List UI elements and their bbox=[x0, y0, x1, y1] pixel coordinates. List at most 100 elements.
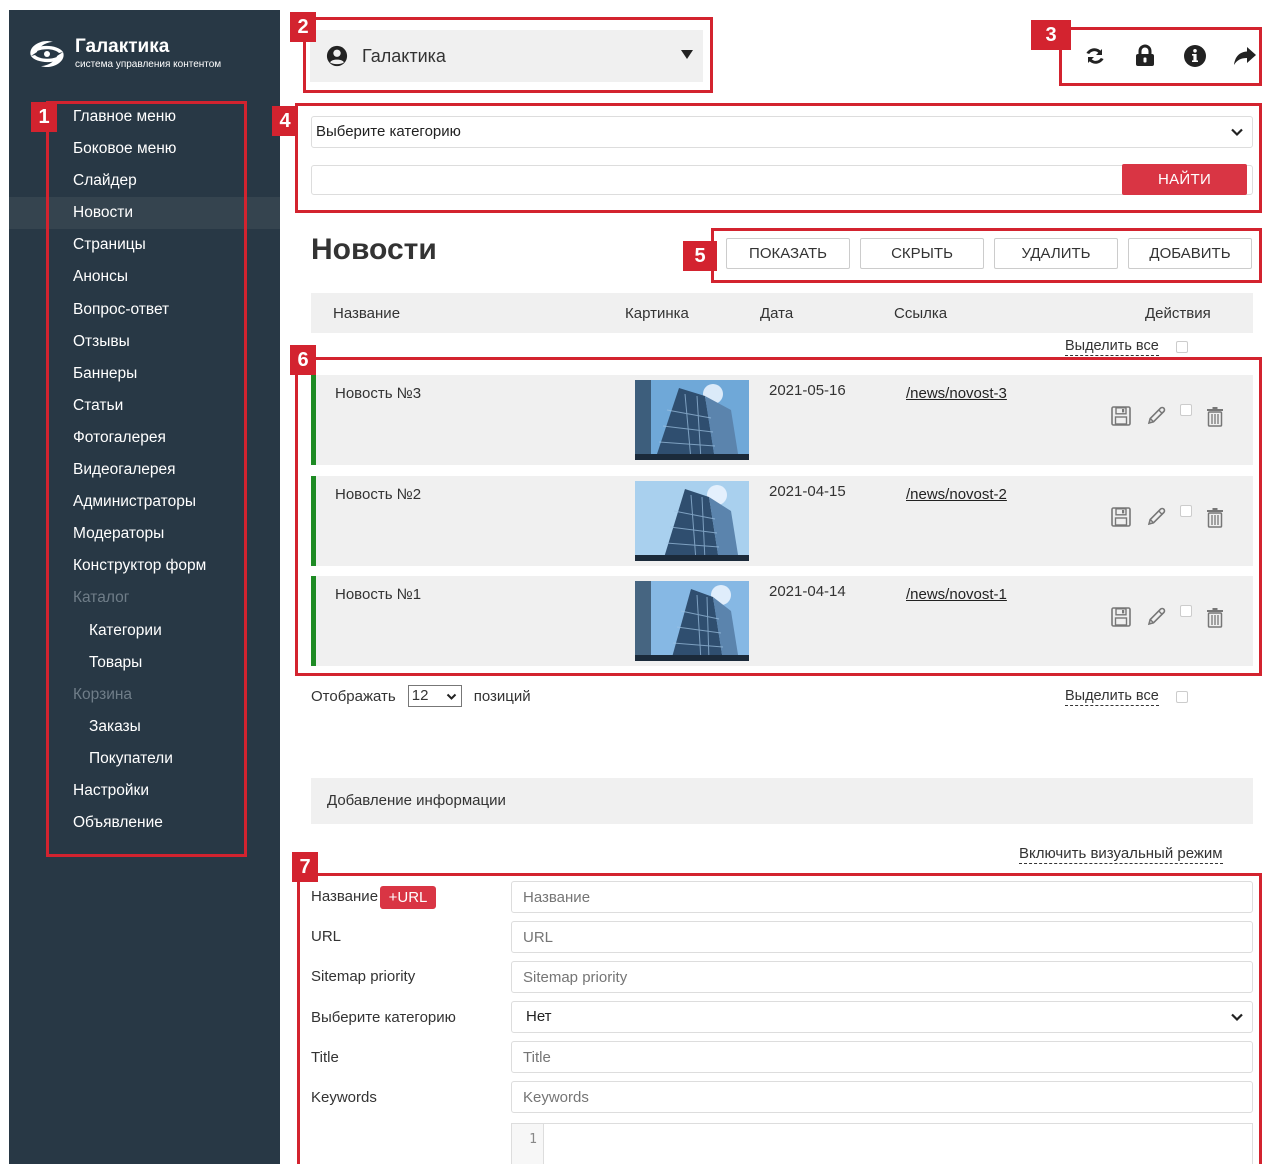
select-all-link-bottom[interactable]: Выделить все bbox=[1065, 688, 1159, 706]
sidebar-item[interactable]: Баннеры bbox=[9, 358, 280, 390]
news-thumbnail-image bbox=[635, 481, 749, 561]
row-checkbox[interactable] bbox=[1180, 505, 1192, 517]
sidebar-item[interactable]: Фотогалерея bbox=[9, 422, 280, 454]
per-page-suffix: позиций bbox=[473, 687, 531, 705]
code-editor[interactable]: 1 bbox=[511, 1123, 1253, 1164]
per-page-value: 12 bbox=[411, 687, 429, 704]
keywords-field[interactable] bbox=[511, 1081, 1253, 1113]
news-title: Новость №1 bbox=[335, 586, 422, 603]
sidebar-item[interactable]: Товары bbox=[9, 647, 280, 679]
sidebar-item: Корзина bbox=[73, 685, 133, 703]
info-button[interactable] bbox=[1170, 40, 1220, 72]
editor-line-number: 1 bbox=[512, 1124, 544, 1164]
edit-pencil-icon[interactable] bbox=[1145, 506, 1167, 528]
callout-number-2: 2 bbox=[290, 12, 316, 42]
delete-button[interactable]: УДАЛИТЬ bbox=[994, 238, 1118, 269]
sidebar-item[interactable]: Администраторы bbox=[9, 486, 280, 518]
bulk-actions: ПОКАЗАТЬ СКРЫТЬ УДАЛИТЬ ДОБАВИТЬ bbox=[726, 238, 1252, 269]
sitemap-priority-field[interactable] bbox=[511, 961, 1253, 993]
show-button[interactable]: ПОКАЗАТЬ bbox=[726, 238, 850, 269]
callout-number-7: 7 bbox=[292, 852, 318, 882]
sidebar-item[interactable]: Конструктор форм bbox=[9, 550, 280, 582]
select-all-checkbox-bottom[interactable] bbox=[1176, 691, 1188, 703]
sidebar-item[interactable]: Отзывы bbox=[9, 326, 280, 358]
table-row[interactable]: Новость №1 2021-04-14/news/novost-1 bbox=[311, 576, 1253, 666]
callout-number-1: 1 bbox=[31, 102, 57, 132]
save-icon[interactable] bbox=[1110, 405, 1132, 427]
share-button[interactable] bbox=[1220, 40, 1263, 72]
keywords-field-label: Keywords bbox=[311, 1089, 377, 1106]
find-button[interactable]: НАЙТИ bbox=[1122, 164, 1247, 195]
sidebar-item[interactable]: Категории bbox=[9, 615, 280, 647]
sidebar-item: Каталог bbox=[73, 589, 130, 607]
add-url-badge[interactable]: +URL bbox=[380, 886, 436, 909]
site-selector-value: Галактика bbox=[362, 45, 446, 66]
news-title: Новость №2 bbox=[335, 486, 422, 503]
table-row[interactable]: Новость №2 2021-04-15/news/novost-2 bbox=[311, 476, 1253, 566]
sidebar-item[interactable]: Слайдер bbox=[9, 165, 280, 197]
trash-icon[interactable] bbox=[1204, 506, 1226, 528]
trash-icon[interactable] bbox=[1204, 606, 1226, 628]
callout-number-4: 4 bbox=[272, 106, 298, 136]
row-checkbox[interactable] bbox=[1180, 605, 1192, 617]
row-actions bbox=[1110, 404, 1239, 427]
news-link[interactable]: /news/novost-1 bbox=[906, 585, 1016, 605]
sidebar-item[interactable]: Вопрос-ответ bbox=[9, 294, 280, 326]
table-row[interactable]: Новость №3 2021-05-16/news/novost-3 bbox=[311, 375, 1253, 465]
category-select-value: Выберите категорию bbox=[316, 123, 461, 140]
per-page-select[interactable]: 12 bbox=[407, 685, 462, 707]
galaxy-logo-icon bbox=[30, 40, 64, 68]
refresh-icon bbox=[1086, 48, 1104, 64]
save-icon[interactable] bbox=[1110, 506, 1132, 528]
sidebar-item[interactable]: Покупатели bbox=[9, 743, 280, 775]
sidebar-item[interactable]: Страницы bbox=[9, 229, 280, 261]
news-link[interactable]: /news/novost-3 bbox=[906, 384, 1016, 404]
add-button[interactable]: ДОБАВИТЬ bbox=[1128, 238, 1252, 269]
sidebar-item[interactable]: Анонсы bbox=[9, 261, 280, 293]
user-circle-icon bbox=[326, 45, 348, 67]
hide-button[interactable]: СКРЫТЬ bbox=[860, 238, 984, 269]
sidebar-item[interactable]: Статьи bbox=[9, 390, 280, 422]
sidebar-item[interactable]: Настройки bbox=[9, 775, 280, 807]
edit-pencil-icon[interactable] bbox=[1145, 405, 1167, 427]
save-icon[interactable] bbox=[1110, 606, 1132, 628]
url-field-label: URL bbox=[311, 928, 342, 945]
visual-mode-toggle[interactable]: Включить визуальный режим bbox=[1019, 845, 1223, 864]
sidebar-item[interactable]: Новости bbox=[9, 197, 280, 230]
column-header-name: Название bbox=[333, 305, 401, 322]
select-all-checkbox-top[interactable] bbox=[1176, 341, 1188, 353]
edit-pencil-icon[interactable] bbox=[1145, 606, 1167, 628]
name-field[interactable] bbox=[511, 881, 1253, 913]
category-field-value: Нет bbox=[526, 1008, 552, 1025]
sidebar-item[interactable]: Заказы bbox=[9, 711, 280, 743]
news-link[interactable]: /news/novost-2 bbox=[906, 485, 1016, 505]
column-header-actions: Действия bbox=[1145, 305, 1211, 322]
select-all-link-top[interactable]: Выделить все bbox=[1065, 338, 1159, 356]
info-icon bbox=[1184, 45, 1206, 67]
category-select[interactable]: Выберите категорию bbox=[311, 116, 1253, 148]
app-subtitle: система управления контентом bbox=[75, 59, 222, 70]
row-checkbox[interactable] bbox=[1180, 404, 1192, 416]
column-header-image: Картинка bbox=[625, 305, 689, 322]
per-page-control: Отображать 12 позиций bbox=[311, 685, 531, 707]
caret-down-icon bbox=[681, 50, 693, 59]
sidebar-item[interactable]: Объявление bbox=[9, 807, 280, 839]
page-title: Новости bbox=[311, 233, 437, 266]
site-selector[interactable]: Галактика bbox=[310, 30, 703, 82]
url-field[interactable] bbox=[511, 921, 1253, 953]
chevron-down-icon bbox=[1231, 128, 1243, 137]
sidebar-item[interactable]: Модераторы bbox=[9, 518, 280, 550]
sidebar-item[interactable]: Боковое меню bbox=[9, 133, 280, 165]
lock-button[interactable] bbox=[1120, 40, 1170, 72]
name-field-label: Название bbox=[311, 888, 379, 905]
refresh-button[interactable] bbox=[1070, 40, 1120, 72]
search-input[interactable] bbox=[311, 165, 1253, 195]
category-field-select[interactable]: Нет bbox=[511, 1001, 1253, 1033]
app-title: Галактика bbox=[75, 36, 170, 57]
sidebar-nav: Главное меню Боковое меню Слайдер Новости Ст… bbox=[9, 101, 280, 839]
title-field[interactable] bbox=[511, 1041, 1253, 1073]
trash-icon[interactable] bbox=[1204, 405, 1226, 427]
logo[interactable]: Галактика система управления контентом bbox=[25, 34, 221, 74]
lock-icon bbox=[1136, 44, 1154, 66]
sidebar-item[interactable]: Видеогалерея bbox=[9, 454, 280, 486]
